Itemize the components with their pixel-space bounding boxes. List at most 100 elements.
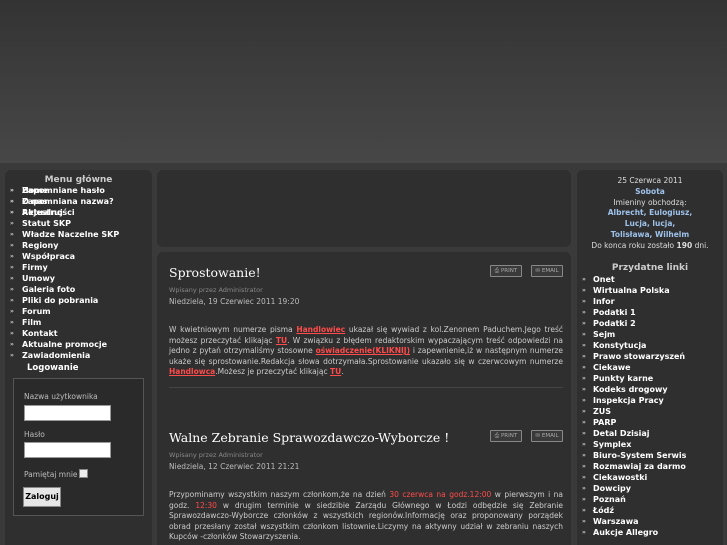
password-input[interactable] bbox=[24, 442, 111, 458]
menu-item[interactable]: » Forum bbox=[5, 306, 152, 317]
menu-label: Umowy bbox=[22, 274, 55, 283]
login-link-item[interactable]: » Zapomniana nazwa? bbox=[5, 196, 152, 207]
link-item[interactable]: » Podatki 2 bbox=[577, 318, 723, 329]
login-link-label: Zapomniane hasło bbox=[22, 186, 105, 195]
menu-label: Regiony bbox=[22, 241, 59, 250]
bullet-icon: » bbox=[582, 353, 586, 360]
menu-label: Kontakt bbox=[22, 329, 58, 338]
login-link-label: Zapomniana nazwa? bbox=[22, 197, 114, 206]
current-date: 25 Czerwca 2011 bbox=[617, 176, 683, 185]
nameday-names: Albrecht, Eulogiusz, bbox=[607, 208, 693, 218]
menu-item[interactable]: » Współpraca bbox=[5, 251, 152, 262]
link-label: Symplex bbox=[593, 440, 632, 449]
link-item[interactable]: » Symplex bbox=[577, 439, 723, 450]
link-item[interactable]: » Ciekawe bbox=[577, 362, 723, 373]
link-label: Konstytucja bbox=[593, 341, 647, 350]
link-label: Rozmawiaj za darmo bbox=[593, 462, 686, 471]
link-item[interactable]: » Biuro-System Serwis bbox=[577, 450, 723, 461]
link-item[interactable]: » Łódź bbox=[577, 505, 723, 516]
link-label: PARP bbox=[593, 418, 617, 427]
bullet-icon: » bbox=[10, 286, 14, 293]
nameday-names: Lucja, lucja, bbox=[624, 219, 676, 229]
link-item[interactable]: » Ciekawostki bbox=[577, 472, 723, 483]
menu-item[interactable]: » Pliki do pobrania bbox=[5, 295, 152, 306]
link-label: Punkty karne bbox=[593, 374, 654, 383]
link-item[interactable]: » Warszawa bbox=[577, 516, 723, 527]
link-item[interactable]: » ZUS bbox=[577, 406, 723, 417]
bullet-icon: » bbox=[10, 341, 14, 348]
article-link[interactable]: TU bbox=[276, 336, 287, 345]
login-link-item[interactable]: » Rejestruj bbox=[5, 207, 152, 218]
menu-label: Pliki do pobrania bbox=[22, 296, 99, 305]
print-button[interactable]: ⎙ PRINT bbox=[490, 265, 522, 277]
login-links: » Zapomniane hasło » Zapomniana nazwa? » Reje… bbox=[5, 185, 152, 218]
highlight-text: 30 czerwca na godz.12:00 bbox=[389, 490, 492, 499]
article-link[interactable]: TU bbox=[330, 367, 341, 376]
menu-item[interactable]: » Firmy bbox=[5, 262, 152, 273]
link-item[interactable]: » Rozmawiaj za darmo bbox=[577, 461, 723, 472]
bullet-icon: » bbox=[582, 452, 586, 459]
email-button[interactable]: ✉ EMAIL bbox=[531, 265, 563, 277]
menu-label: Współpraca bbox=[22, 252, 75, 261]
article-author: Wpisany przez Administrator bbox=[169, 451, 263, 459]
menu-item[interactable]: » Regiony bbox=[5, 240, 152, 251]
main-menu-title: Menu główne bbox=[44, 175, 113, 185]
email-label: EMAIL bbox=[541, 268, 559, 274]
link-label: Detal Dzisiaj bbox=[593, 429, 650, 438]
remember-checkbox[interactable] bbox=[79, 469, 88, 478]
site-header bbox=[0, 0, 727, 163]
bullet-icon: » bbox=[582, 375, 586, 382]
link-item[interactable]: » Prawo stowarzyszeń bbox=[577, 351, 723, 362]
article-link[interactable]: oświadczenie(KLIKNIJ) bbox=[316, 346, 410, 355]
article-date: Niedziela, 12 Czerwiec 2011 21:21 bbox=[169, 462, 300, 471]
bullet-icon: » bbox=[10, 308, 14, 315]
link-item[interactable]: » Detal Dzisiaj bbox=[577, 428, 723, 439]
link-item[interactable]: » Podatki 1 bbox=[577, 307, 723, 318]
link-item[interactable]: » Kodeks drogowy bbox=[577, 384, 723, 395]
menu-item[interactable]: » Umowy bbox=[5, 273, 152, 284]
link-label: Onet bbox=[593, 275, 615, 284]
username-input[interactable] bbox=[24, 405, 111, 421]
menu-item[interactable]: » Władze Naczelne SKP bbox=[5, 229, 152, 240]
menu-item[interactable]: » Aktualne promocje bbox=[5, 339, 152, 350]
menu-label: Władze Naczelne SKP bbox=[22, 230, 120, 239]
article-tools: ⎙ PRINT ✉ EMAIL bbox=[490, 265, 563, 277]
bullet-icon: » bbox=[582, 419, 586, 426]
menu-label: Aktualne promocje bbox=[22, 340, 107, 349]
article-link[interactable]: Handlowca bbox=[169, 367, 215, 376]
menu-item[interactable]: » Zawiadomienia bbox=[5, 350, 152, 361]
bullet-icon: » bbox=[582, 342, 586, 349]
menu-label: Film bbox=[22, 318, 42, 327]
article-link[interactable]: Handlowiec bbox=[296, 325, 345, 334]
login-link-item[interactable]: » Zapomniane hasło bbox=[5, 185, 152, 196]
bullet-icon: » bbox=[10, 319, 14, 326]
article-body: W kwietniowym numerze pisma Handlowiec u… bbox=[169, 325, 563, 378]
bullet-icon: » bbox=[582, 386, 586, 393]
menu-item[interactable]: » Film bbox=[5, 317, 152, 328]
link-item[interactable]: » Wirtualna Polska bbox=[577, 285, 723, 296]
link-item[interactable]: » Infor bbox=[577, 296, 723, 307]
link-item[interactable]: » Punkty karne bbox=[577, 373, 723, 384]
menu-item[interactable]: » Galeria foto bbox=[5, 284, 152, 295]
right-sidebar: 25 Czerwca 2011 Sobota Imieniny obchodzą… bbox=[577, 170, 723, 545]
bullet-icon: » bbox=[582, 364, 586, 371]
link-item[interactable]: » Sejm bbox=[577, 329, 723, 340]
menu-item[interactable]: » Statut SKP bbox=[5, 218, 152, 229]
menu-item[interactable]: » Kontakt bbox=[5, 328, 152, 339]
bullet-icon: » bbox=[582, 430, 586, 437]
bullet-icon: » bbox=[582, 463, 586, 470]
link-item[interactable]: » Aukcje Allegro bbox=[577, 527, 723, 538]
email-button[interactable]: ✉ EMAIL bbox=[531, 430, 563, 442]
link-item[interactable]: » Onet bbox=[577, 274, 723, 285]
link-item[interactable]: » Konstytucja bbox=[577, 340, 723, 351]
link-item[interactable]: » Inspekcja Pracy bbox=[577, 395, 723, 406]
link-label: Łódź bbox=[593, 506, 615, 515]
link-label: Biuro-System Serwis bbox=[593, 451, 687, 460]
bullet-icon: » bbox=[10, 253, 14, 260]
main-content: Sprostowanie! ⎙ PRINT ✉ EMAIL Wpisany pr… bbox=[157, 252, 571, 545]
login-button[interactable]: Zaloguj bbox=[23, 487, 61, 507]
print-button[interactable]: ⎙ PRINT bbox=[490, 430, 522, 442]
link-item[interactable]: » Dowcipy bbox=[577, 483, 723, 494]
link-item[interactable]: » Poznań bbox=[577, 494, 723, 505]
link-item[interactable]: » PARP bbox=[577, 417, 723, 428]
